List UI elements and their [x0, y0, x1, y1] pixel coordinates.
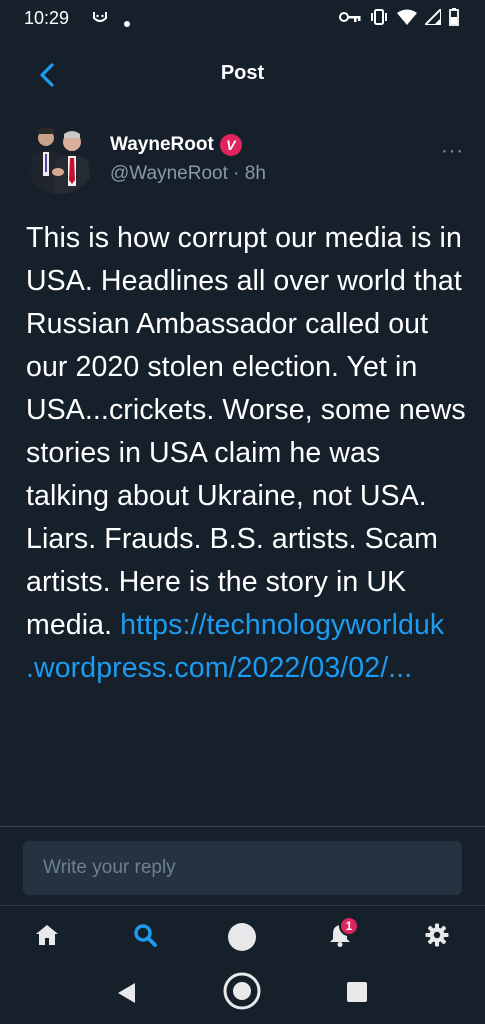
tweet-time: 8h — [244, 163, 266, 184]
profile-avatar — [228, 923, 256, 951]
verified-badge-icon: V — [219, 134, 242, 156]
author-name[interactable]: WayneRoot — [110, 134, 214, 156]
circle-home-icon — [222, 972, 262, 1015]
status-bar: 10:29 — [0, 0, 485, 38]
system-back-button[interactable] — [115, 981, 137, 1010]
verified-glyph: V — [226, 137, 236, 153]
app-header: Post — [0, 48, 485, 102]
square-recents-icon — [346, 982, 368, 1007]
dot-icon — [124, 14, 130, 32]
notification-badge: 1 — [339, 916, 359, 936]
bottom-tab-bar: 1 — [0, 905, 485, 963]
signal-icon — [425, 9, 441, 25]
status-icons — [339, 8, 459, 26]
more-options-button[interactable]: ··· — [441, 140, 464, 163]
page-title: Post — [220, 62, 265, 84]
vpn-key-icon — [339, 10, 361, 24]
battery-icon — [449, 8, 459, 26]
wifi-icon — [397, 9, 417, 25]
avatar[interactable] — [24, 122, 96, 194]
system-home-button[interactable] — [222, 971, 262, 1016]
home-icon — [34, 922, 60, 953]
tweet-text: This is how corrupt our media is in USA.… — [26, 222, 466, 641]
search-icon — [132, 922, 158, 953]
tab-search[interactable] — [128, 920, 162, 954]
tab-profile[interactable] — [225, 920, 259, 954]
screen: 10:29 Post WayneRoot V @WayneRoot · 8h ·… — [0, 0, 485, 1024]
author-handle-row: @WayneRoot · 8h — [110, 163, 266, 185]
triangle-back-icon — [115, 983, 137, 1009]
meta-separator: · — [227, 163, 245, 184]
notification-app-icon — [92, 9, 108, 30]
gear-icon — [424, 922, 450, 953]
tab-home[interactable] — [30, 920, 64, 954]
tab-settings[interactable] — [420, 920, 454, 954]
author-handle[interactable]: @WayneRoot — [110, 163, 228, 184]
tweet-author: WayneRoot V @WayneRoot · 8h ··· — [24, 122, 464, 196]
system-recents-button[interactable] — [346, 981, 368, 1008]
vibrate-icon — [369, 9, 389, 25]
reply-input[interactable]: Write your reply — [23, 841, 462, 895]
system-nav-bar — [0, 963, 485, 1024]
divider — [0, 826, 485, 827]
status-time: 10:29 — [24, 8, 70, 28]
tweet-body: This is how corrupt our media is in USA.… — [26, 217, 466, 690]
tab-notifications[interactable]: 1 — [323, 916, 359, 954]
author-name-row: WayneRoot V — [110, 134, 242, 156]
